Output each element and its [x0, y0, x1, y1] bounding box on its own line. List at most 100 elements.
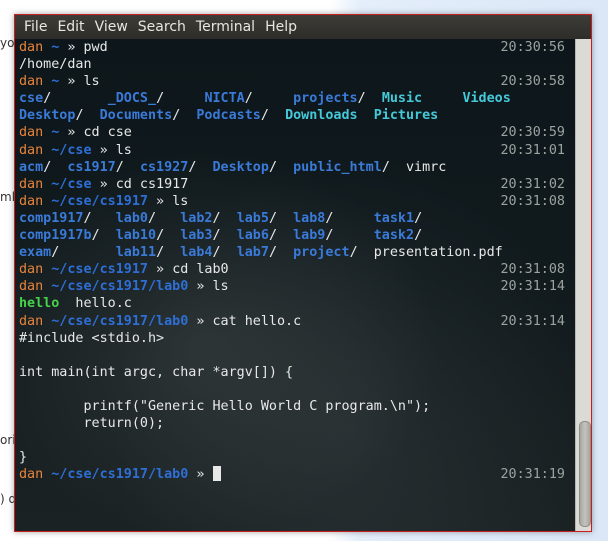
directory-name: lab3: [180, 228, 213, 244]
prompt-path: ~/cse: [51, 142, 92, 158]
menu-item-file[interactable]: File: [23, 17, 48, 37]
output-line: acm/ cs1917/ cs1927/ Desktop/ public_htm…: [19, 159, 573, 176]
output-text: /: [172, 108, 197, 124]
output-text: /: [244, 91, 294, 107]
timestamp: 20:30:59: [500, 125, 566, 141]
output-line: int main(int argc, char *argv[]) {: [19, 364, 573, 381]
output-text: /: [43, 91, 108, 107]
directory-name: cse: [19, 91, 44, 107]
output-text: /: [381, 159, 406, 175]
prompt-line: dan ~/cse/cs1917/lab0 » cat hello.c 20:31…: [19, 313, 573, 330]
terminal-output[interactable]: dan ~ » pwd 20:30:56/home/dan dan ~ » ls 20…: [15, 39, 575, 531]
output-text: }: [19, 450, 28, 466]
directory-name: public_html: [293, 159, 382, 175]
timestamp: 20:30:58: [500, 74, 566, 90]
terminal-lines: dan ~ » pwd 20:30:56/home/dan dan ~ » ls 20…: [19, 39, 573, 483]
menu-item-view[interactable]: View: [94, 17, 129, 37]
output-text: /: [212, 210, 237, 226]
output-text: return(0);: [19, 416, 165, 432]
prompt-user: dan: [19, 467, 44, 483]
output-text: /: [156, 245, 181, 261]
output-text: /: [357, 91, 382, 107]
directory-name: lab4: [180, 245, 213, 261]
timestamp: 20:31:14: [500, 313, 566, 329]
command-text: ls: [115, 142, 132, 158]
timestamp: 20:31:08: [500, 262, 566, 278]
prompt-line: dan ~ » cd cse 20:30:59: [19, 124, 573, 141]
directory-name: comp1917: [19, 210, 84, 226]
scrollbar-thumb[interactable]: [579, 421, 591, 527]
command-text: cat hello.c: [212, 313, 302, 329]
directory-name: projects: [293, 91, 358, 107]
output-text: #include <stdio.h>: [19, 330, 165, 346]
menu-item-terminal[interactable]: Terminal: [195, 17, 256, 37]
menu-item-help[interactable]: Help: [264, 17, 298, 37]
directory-name: _DOCS_: [107, 91, 157, 107]
output-line: Desktop/ Documents/ Podcasts/ Downloads …: [19, 107, 573, 124]
directory-name: Downloads: [285, 108, 358, 124]
prompt-user: dan: [19, 142, 44, 158]
directory-name: cs1927: [139, 159, 189, 175]
command-text: cd lab0: [172, 262, 229, 278]
terminal-scrollbar[interactable]: [575, 39, 591, 531]
output-text: int main(int argc, char *argv[]) {: [19, 364, 294, 380]
prompt-user: dan: [19, 125, 44, 141]
prompt-line: dan ~ » pwd 20:30:56: [19, 39, 573, 56]
output-text: hello.c: [59, 296, 132, 312]
executable-name: hello: [19, 296, 60, 312]
output-text: /: [268, 245, 294, 261]
prompt-line: dan ~/cse/cs1917 » ls 20:31:08: [19, 193, 573, 210]
output-text: /: [91, 228, 116, 244]
prompt-symbol: »: [59, 125, 84, 141]
prompt-symbol: »: [59, 74, 84, 90]
directory-name: exam: [19, 245, 52, 261]
directory-name: lab8: [293, 210, 326, 226]
prompt-user: dan: [19, 262, 44, 278]
output-line: comp1917b/ lab10/ lab3/ lab6/ lab9/ task…: [19, 227, 573, 244]
directory-name: lab10: [115, 228, 157, 244]
directory-name: lab7: [236, 245, 269, 261]
prompt-symbol: »: [188, 279, 213, 295]
menu-item-search[interactable]: Search: [137, 17, 187, 37]
output-text: /: [51, 245, 116, 261]
directory-name: acm: [19, 159, 44, 175]
directory-name: task2: [373, 228, 415, 244]
directory-name: Desktop: [212, 159, 269, 175]
command-text: ls: [172, 193, 189, 209]
command-text: cd cse: [83, 125, 132, 141]
prompt-symbol: »: [188, 313, 213, 329]
output-text: /: [83, 210, 116, 226]
prompt-line: dan ~/cse/cs1917/lab0 » ls 20:31:14: [19, 278, 573, 295]
menu-item-edit[interactable]: Edit: [56, 17, 85, 37]
terminal-window[interactable]: File Edit View Search Terminal Help dan ~ » p…: [14, 14, 592, 532]
prompt-path: ~/cse/cs1917/lab0: [51, 467, 189, 483]
directory-name: cs1917: [67, 159, 116, 175]
command-text: pwd: [83, 40, 108, 55]
directory-name: comp1917b: [19, 228, 92, 244]
timestamp: 20:31:02: [500, 176, 566, 192]
prompt-symbol: »: [188, 467, 213, 483]
directory-name: Podcasts: [196, 108, 261, 124]
timestamp: 20:31:14: [500, 279, 566, 295]
timestamp: 20:31:19: [500, 467, 566, 483]
output-line: hello hello.c: [19, 295, 573, 312]
prompt-line: dan ~/cse/cs1917/lab0 » 20:31:19: [19, 466, 573, 483]
prompt-user: dan: [19, 313, 44, 329]
prompt-path: ~/cse/cs1917/lab0: [51, 313, 189, 329]
command-text: cd cs1917: [115, 176, 189, 192]
directory-name: task1: [373, 210, 415, 226]
output-text: /: [188, 159, 213, 175]
output-text: /: [268, 210, 294, 226]
prompt-user: dan: [19, 74, 44, 90]
prompt-line: dan ~/cse/cs1917 » cd lab0 20:31:08: [19, 261, 573, 278]
output-text: printf("Generic Hello World C program.\n…: [19, 398, 431, 414]
prompt-symbol: »: [91, 176, 116, 192]
output-text: /: [260, 108, 286, 124]
directory-name: Videos: [462, 91, 511, 107]
output-line: }: [19, 449, 573, 466]
output-text: vimrc: [406, 159, 447, 175]
output-text: presentation.pdf: [373, 245, 503, 261]
